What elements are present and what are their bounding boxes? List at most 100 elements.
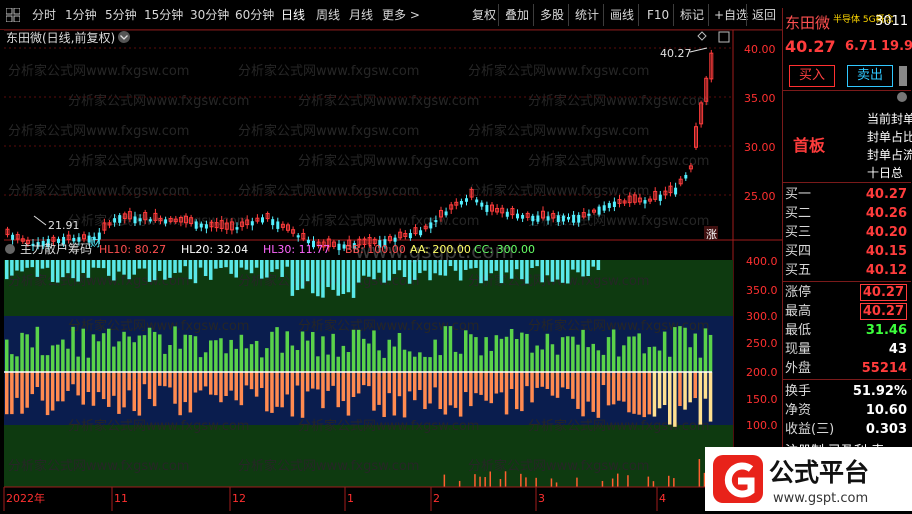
multi-stock-button[interactable]: 多股 — [540, 7, 564, 23]
watermark-text: 分析家公式网www.fxgsw.com — [238, 123, 419, 139]
indicator-param: HL30: 11.77 — [263, 243, 330, 256]
watermark-text: 分析家公式网www.fxgsw.com — [298, 418, 479, 434]
watermark-text: 分析家公式网www.fxgsw.com — [298, 93, 479, 109]
watermark-text: 分析家公式网www.fxgsw.com — [468, 63, 649, 79]
watermark-text: 分析家公式网www.fxgsw.com — [528, 93, 709, 109]
tab-monthly[interactable]: 月线 — [349, 7, 373, 23]
expand-icon[interactable] — [897, 92, 907, 102]
indicator-tick: 200.0 — [746, 366, 778, 379]
bid-row[interactable]: 买二 40.26 — [783, 204, 911, 223]
panel-scrollbar[interactable] — [899, 66, 907, 86]
fuquan-button[interactable]: 复权 — [472, 7, 496, 23]
indicator-menu-icon[interactable] — [5, 244, 15, 254]
indicator-tick: 150.0 — [746, 393, 778, 406]
board-note: 当前封单 — [867, 112, 912, 126]
high-price-label: 40.27 — [660, 47, 692, 60]
price-tick: 40.00 — [744, 43, 776, 56]
low-price-label: 21.91 — [48, 219, 80, 232]
bid-row[interactable]: 买四 40.15 — [783, 242, 911, 261]
indicator-tick: 300.0 — [746, 310, 778, 323]
price-change: 6.71 — [845, 39, 878, 54]
collapse-icon[interactable] — [718, 31, 730, 43]
tab-daily[interactable]: 日线 — [281, 7, 305, 23]
indicator-tick: 400.0 — [746, 255, 778, 268]
indicator-param: HL20: 32.04 — [181, 243, 248, 256]
indicator-param: CC: 300.00 — [474, 243, 535, 256]
volume-row: 现量 43 — [785, 342, 907, 357]
watermark-text: 分析家公式网www.fxgsw.com — [528, 153, 709, 169]
bid-row[interactable]: 买一 40.27 — [783, 185, 911, 204]
board-note: 封单占流 — [867, 148, 912, 162]
tab-30min[interactable]: 30分钟 — [190, 7, 229, 23]
indicator-param: BB: 100.00 — [345, 243, 406, 256]
date-axis: 2022年 11 12 1 2 3 4 — [6, 491, 666, 505]
date-tick: 11 — [114, 492, 128, 505]
watermark-text: 分析家公式网www.fxgsw.com — [68, 153, 249, 169]
watermark-text: 分析家公式网www.fxgsw.com — [68, 93, 249, 109]
watermark-text: 分析家公式网www.fxgsw.com — [68, 418, 249, 434]
diamond-icon[interactable] — [697, 31, 707, 41]
grid-menu-icon[interactable] — [6, 8, 20, 22]
tab-more[interactable]: 更多 > — [382, 7, 420, 23]
stock-code: 3011 — [875, 14, 909, 29]
price-tick: 35.00 — [744, 92, 776, 105]
watermark-text: 分析家公式网www.fxgsw.com — [8, 183, 189, 199]
limit-up-badge[interactable]: 涨 — [706, 228, 717, 241]
indicator-param: HL10: 80.27 — [99, 243, 166, 256]
tab-15min[interactable]: 15分钟 — [144, 7, 183, 23]
watermark-text: 分析家公式网www.fxgsw.com — [468, 183, 649, 199]
turnover-row: 换手 51.92% — [785, 384, 907, 399]
tab-weekly[interactable]: 周线 — [316, 7, 340, 23]
date-tick: 2 — [433, 492, 440, 505]
watermark-text: 分析家公式网www.fxgsw.com — [298, 213, 479, 229]
tab-60min[interactable]: 60分钟 — [235, 7, 274, 23]
price-axis: 40.00 35.00 30.00 25.00 — [744, 43, 776, 203]
date-tick: 12 — [232, 492, 246, 505]
logo-url: www.gspt.com — [773, 491, 868, 506]
date-tick: 1 — [347, 492, 354, 505]
stats-button[interactable]: 统计 — [575, 7, 599, 23]
board-label: 首板 — [793, 136, 826, 155]
indicator-param: AA: 200.00 — [410, 243, 471, 256]
eps-row: 收益(三) 0.303 — [785, 422, 907, 437]
chart-area[interactable]: 分析家公式网www.fxgsw.com 分析家公式网www.fxgsw.com 分析… — [0, 30, 782, 511]
board-note: 十日总 — [867, 166, 904, 180]
draw-line-button[interactable]: 画线 — [610, 7, 634, 23]
date-tick: 2022年 — [6, 491, 45, 505]
watermark-text: 分析家公式网www.fxgsw.com — [238, 183, 419, 199]
watermark-text: 分析家公式网www.fxgsw.com — [298, 318, 479, 334]
mark-button[interactable]: 标记 — [680, 7, 704, 23]
outer-disk-row: 外盘 55214 — [785, 361, 907, 376]
tab-fenshi[interactable]: 分时 — [32, 7, 56, 23]
watermark-text: 分析家公式网www.fxgsw.com — [528, 318, 709, 334]
price-tick: 25.00 — [744, 190, 776, 203]
watermark-text: 分析家公式网www.fxgsw.com — [468, 458, 649, 474]
sell-button[interactable]: 卖出 — [847, 65, 893, 87]
last-price: 40.27 — [785, 37, 836, 56]
tab-5min[interactable]: 5分钟 — [105, 7, 137, 23]
watermark-text: 分析家公式网www.fxgsw.com — [528, 213, 709, 229]
indicator-tick: 350.0 — [746, 284, 778, 297]
bid-row[interactable]: 买五 40.12 — [783, 261, 911, 280]
quote-panel: 东田微 半导体 5G概念 3011 40.27 6.71 19.9 买入 卖出 … — [782, 8, 912, 511]
bid-row[interactable]: 买三 40.20 — [783, 223, 911, 242]
watermark-text: 分析家公式网www.fxgsw.com — [238, 63, 419, 79]
chart-title: 东田微(日线,前复权) — [6, 30, 115, 45]
low-row: 最低 31.46 — [785, 323, 907, 338]
watermark-text: 分析家公式网www.fxgsw.com — [468, 123, 649, 139]
indicator-axis: 400.0 350.0 300.0 250.0 200.0 150.0 100.… — [746, 255, 778, 432]
watermark-text: 分析家公式网www.fxgsw.com — [68, 318, 249, 334]
watermark-text: 分析家公式网www.fxgsw.com — [8, 458, 189, 474]
base-zone-band — [4, 425, 733, 487]
indicator-tick: 250.0 — [746, 337, 778, 350]
watermark-text: 分析家公式网www.fxgsw.com — [8, 63, 189, 79]
back-button[interactable]: 返回 — [752, 7, 776, 23]
f10-button[interactable]: F10 — [647, 7, 669, 23]
buy-button[interactable]: 买入 — [789, 65, 835, 87]
period-toolbar: 分时 1分钟 5分钟 15分钟 30分钟 60分钟 日线 周线 月线 更多 > … — [0, 0, 912, 30]
title-dropdown-icon[interactable] — [118, 31, 130, 43]
overlay-button[interactable]: 叠加 — [505, 7, 529, 23]
add-watchlist-button[interactable]: +自选 — [714, 7, 748, 23]
tab-1min[interactable]: 1分钟 — [65, 7, 97, 23]
watermark-text: 分析家公式网www.fxgsw.com — [8, 273, 189, 289]
